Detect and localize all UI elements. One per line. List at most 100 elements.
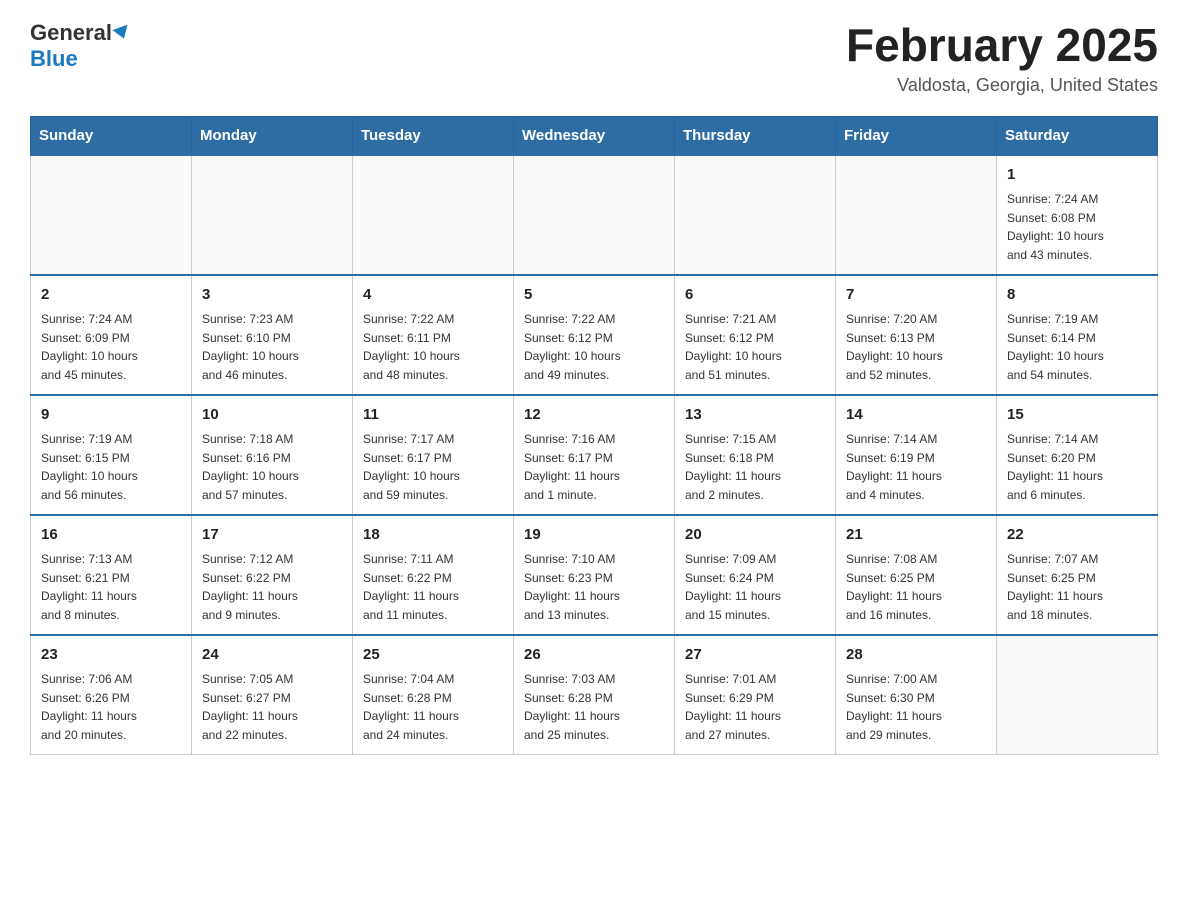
day-info: Sunrise: 7:05 AMSunset: 6:27 PMDaylight:… (202, 670, 342, 744)
day-number: 2 (41, 284, 181, 307)
calendar-cell: 24 Sunrise: 7:05 AMSunset: 6:27 PMDayligh… (192, 635, 353, 755)
day-number: 16 (41, 524, 181, 547)
calendar-cell: 22 Sunrise: 7:07 AMSunset: 6:25 PMDayligh… (997, 515, 1158, 635)
day-number: 22 (1007, 524, 1147, 547)
day-info: Sunrise: 7:24 AMSunset: 6:08 PMDaylight:… (1007, 190, 1147, 264)
day-number: 28 (846, 644, 986, 667)
day-info: Sunrise: 7:21 AMSunset: 6:12 PMDaylight:… (685, 310, 825, 384)
day-info: Sunrise: 7:08 AMSunset: 6:25 PMDaylight:… (846, 550, 986, 624)
calendar-cell (675, 155, 836, 275)
day-info: Sunrise: 7:24 AMSunset: 6:09 PMDaylight:… (41, 310, 181, 384)
day-info: Sunrise: 7:11 AMSunset: 6:22 PMDaylight:… (363, 550, 503, 624)
logo-arrow-icon (112, 25, 131, 42)
day-info: Sunrise: 7:03 AMSunset: 6:28 PMDaylight:… (524, 670, 664, 744)
day-header-wednesday: Wednesday (514, 116, 675, 155)
calendar-cell: 2 Sunrise: 7:24 AMSunset: 6:09 PMDaylight… (31, 275, 192, 395)
calendar-subtitle: Valdosta, Georgia, United States (846, 75, 1158, 96)
calendar-cell: 4Sunrise: 7:22 AMSunset: 6:11 PMDaylight… (353, 275, 514, 395)
calendar-cell: 12 Sunrise: 7:16 AMSunset: 6:17 PMDayligh… (514, 395, 675, 515)
day-number: 14 (846, 404, 986, 427)
day-number: 5 (524, 284, 664, 307)
day-number: 6 (685, 284, 825, 307)
calendar-cell: 11Sunrise: 7:17 AMSunset: 6:17 PMDayligh… (353, 395, 514, 515)
day-header-tuesday: Tuesday (353, 116, 514, 155)
logo-general-text: General (30, 20, 112, 46)
day-info: Sunrise: 7:16 AMSunset: 6:17 PMDaylight:… (524, 430, 664, 504)
calendar-cell: 6 Sunrise: 7:21 AMSunset: 6:12 PMDaylight… (675, 275, 836, 395)
calendar-cell: 7 Sunrise: 7:20 AMSunset: 6:13 PMDaylight… (836, 275, 997, 395)
day-number: 18 (363, 524, 503, 547)
day-header-saturday: Saturday (997, 116, 1158, 155)
calendar-cell: 1 Sunrise: 7:24 AMSunset: 6:08 PMDaylight… (997, 155, 1158, 275)
day-info: Sunrise: 7:09 AMSunset: 6:24 PMDaylight:… (685, 550, 825, 624)
day-info: Sunrise: 7:22 AMSunset: 6:12 PMDaylight:… (524, 310, 664, 384)
day-number: 4 (363, 284, 503, 307)
calendar-cell: 8 Sunrise: 7:19 AMSunset: 6:14 PMDaylight… (997, 275, 1158, 395)
calendar-title: February 2025 (846, 20, 1158, 71)
calendar-cell: 16 Sunrise: 7:13 AMSunset: 6:21 PMDayligh… (31, 515, 192, 635)
calendar-cell (192, 155, 353, 275)
calendar-cell: 13 Sunrise: 7:15 AMSunset: 6:18 PMDayligh… (675, 395, 836, 515)
logo: General Blue (30, 20, 130, 72)
day-number: 24 (202, 644, 342, 667)
week-row-4: 16 Sunrise: 7:13 AMSunset: 6:21 PMDayligh… (31, 515, 1158, 635)
day-header-friday: Friday (836, 116, 997, 155)
calendar-header-row: SundayMondayTuesdayWednesdayThursdayFrid… (31, 116, 1158, 155)
day-header-monday: Monday (192, 116, 353, 155)
day-number: 9 (41, 404, 181, 427)
week-row-2: 2 Sunrise: 7:24 AMSunset: 6:09 PMDaylight… (31, 275, 1158, 395)
calendar-cell (514, 155, 675, 275)
calendar-cell: 25Sunrise: 7:04 AMSunset: 6:28 PMDayligh… (353, 635, 514, 755)
day-number: 19 (524, 524, 664, 547)
day-info: Sunrise: 7:04 AMSunset: 6:28 PMDaylight:… (363, 670, 503, 744)
day-number: 26 (524, 644, 664, 667)
day-header-thursday: Thursday (675, 116, 836, 155)
day-number: 10 (202, 404, 342, 427)
day-info: Sunrise: 7:14 AMSunset: 6:20 PMDaylight:… (1007, 430, 1147, 504)
calendar-cell: 27 Sunrise: 7:01 AMSunset: 6:29 PMDayligh… (675, 635, 836, 755)
day-info: Sunrise: 7:19 AMSunset: 6:14 PMDaylight:… (1007, 310, 1147, 384)
calendar-cell: 5 Sunrise: 7:22 AMSunset: 6:12 PMDaylight… (514, 275, 675, 395)
calendar-cell: 14Sunrise: 7:14 AMSunset: 6:19 PMDayligh… (836, 395, 997, 515)
calendar-cell: 15 Sunrise: 7:14 AMSunset: 6:20 PMDayligh… (997, 395, 1158, 515)
day-number: 15 (1007, 404, 1147, 427)
calendar-cell: 17Sunrise: 7:12 AMSunset: 6:22 PMDayligh… (192, 515, 353, 635)
day-number: 3 (202, 284, 342, 307)
calendar-cell (836, 155, 997, 275)
day-number: 13 (685, 404, 825, 427)
title-section: February 2025 Valdosta, Georgia, United … (846, 20, 1158, 96)
day-number: 12 (524, 404, 664, 427)
day-info: Sunrise: 7:01 AMSunset: 6:29 PMDaylight:… (685, 670, 825, 744)
day-number: 21 (846, 524, 986, 547)
day-info: Sunrise: 7:23 AMSunset: 6:10 PMDaylight:… (202, 310, 342, 384)
calendar-cell: 20 Sunrise: 7:09 AMSunset: 6:24 PMDayligh… (675, 515, 836, 635)
day-info: Sunrise: 7:20 AMSunset: 6:13 PMDaylight:… (846, 310, 986, 384)
day-info: Sunrise: 7:13 AMSunset: 6:21 PMDaylight:… (41, 550, 181, 624)
calendar-cell: 21 Sunrise: 7:08 AMSunset: 6:25 PMDayligh… (836, 515, 997, 635)
day-number: 8 (1007, 284, 1147, 307)
day-number: 27 (685, 644, 825, 667)
calendar-cell: 18 Sunrise: 7:11 AMSunset: 6:22 PMDayligh… (353, 515, 514, 635)
calendar-cell: 19 Sunrise: 7:10 AMSunset: 6:23 PMDayligh… (514, 515, 675, 635)
day-info: Sunrise: 7:12 AMSunset: 6:22 PMDaylight:… (202, 550, 342, 624)
calendar-cell (31, 155, 192, 275)
calendar-cell: 10Sunrise: 7:18 AMSunset: 6:16 PMDayligh… (192, 395, 353, 515)
day-info: Sunrise: 7:10 AMSunset: 6:23 PMDaylight:… (524, 550, 664, 624)
day-number: 7 (846, 284, 986, 307)
day-number: 11 (363, 404, 503, 427)
week-row-1: 1 Sunrise: 7:24 AMSunset: 6:08 PMDaylight… (31, 155, 1158, 275)
day-number: 20 (685, 524, 825, 547)
calendar-table: SundayMondayTuesdayWednesdayThursdayFrid… (30, 116, 1158, 756)
day-number: 1 (1007, 164, 1147, 187)
calendar-cell: 9Sunrise: 7:19 AMSunset: 6:15 PMDaylight… (31, 395, 192, 515)
day-number: 23 (41, 644, 181, 667)
day-info: Sunrise: 7:06 AMSunset: 6:26 PMDaylight:… (41, 670, 181, 744)
day-info: Sunrise: 7:00 AMSunset: 6:30 PMDaylight:… (846, 670, 986, 744)
week-row-5: 23 Sunrise: 7:06 AMSunset: 6:26 PMDayligh… (31, 635, 1158, 755)
calendar-cell: 23 Sunrise: 7:06 AMSunset: 6:26 PMDayligh… (31, 635, 192, 755)
day-info: Sunrise: 7:07 AMSunset: 6:25 PMDaylight:… (1007, 550, 1147, 624)
day-header-sunday: Sunday (31, 116, 192, 155)
day-info: Sunrise: 7:15 AMSunset: 6:18 PMDaylight:… (685, 430, 825, 504)
calendar-cell (353, 155, 514, 275)
calendar-cell: 28 Sunrise: 7:00 AMSunset: 6:30 PMDayligh… (836, 635, 997, 755)
